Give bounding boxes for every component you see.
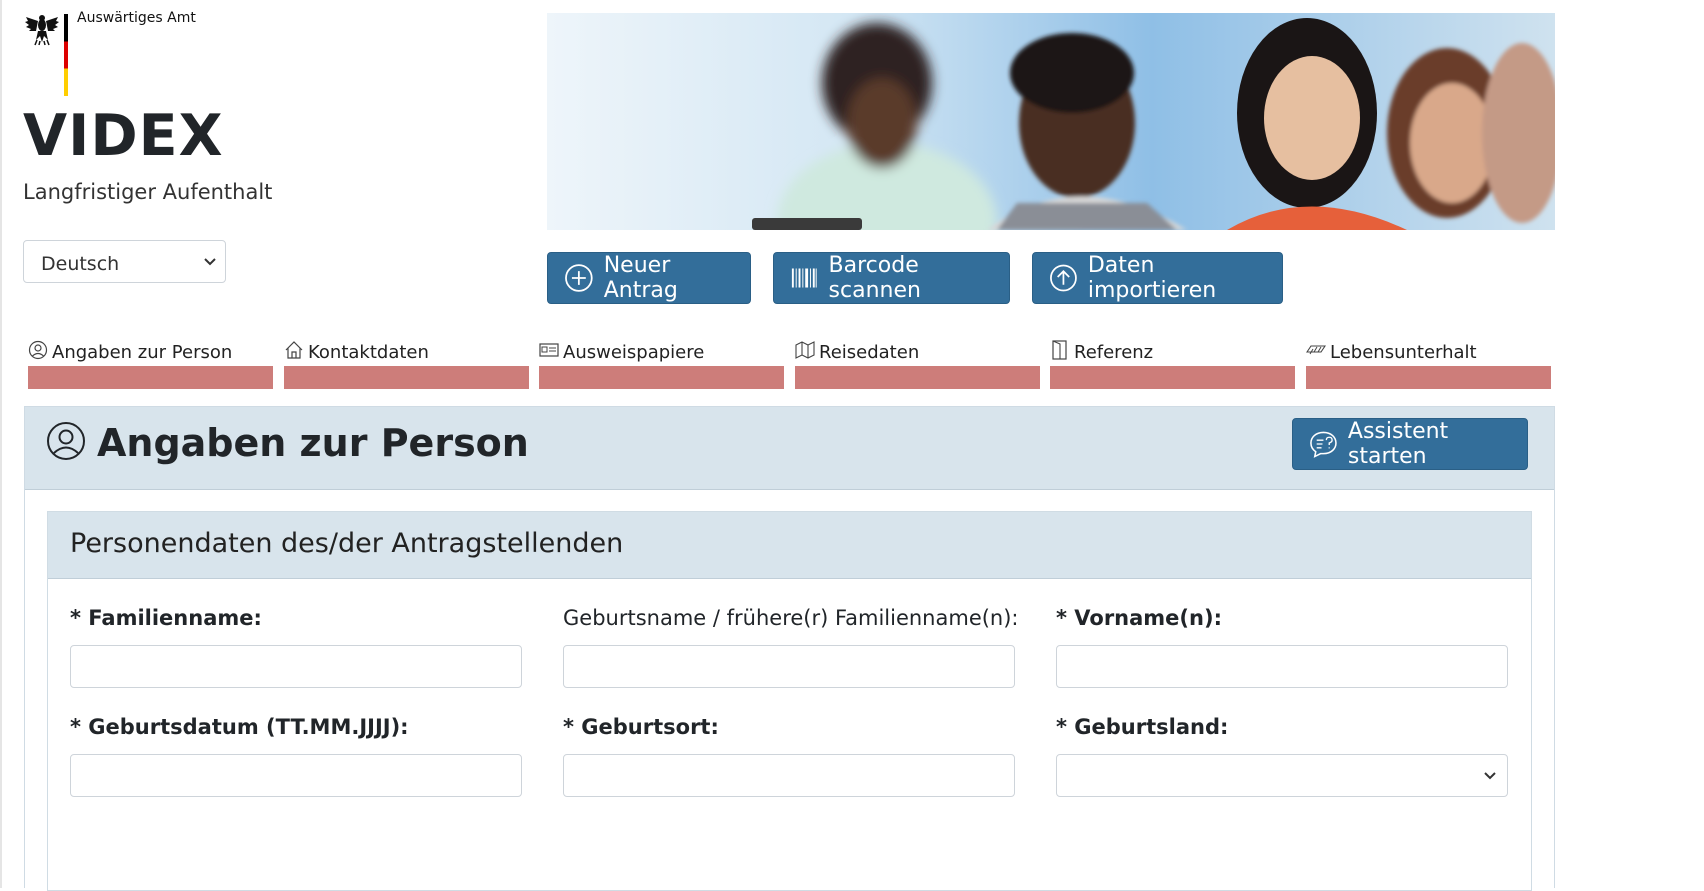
chevron-down-icon <box>204 258 216 266</box>
import-data-button[interactable]: Daten importieren <box>1032 252 1283 304</box>
ministry-name: Auswärtiges Amt <box>77 10 196 26</box>
tab-kontaktdaten[interactable]: Kontaktdaten <box>284 340 529 390</box>
page-edge <box>0 0 2 888</box>
applicant-data-section: Personendaten des/der Antragstellenden *… <box>47 511 1532 891</box>
start-assistant-button[interactable]: Assistent starten <box>1292 418 1528 470</box>
step-label: Referenz <box>1074 342 1154 363</box>
chevron-down-icon <box>1484 772 1496 780</box>
language-select-value: Deutsch <box>41 253 120 275</box>
tab-reisedaten[interactable]: Reisedaten <box>795 340 1040 390</box>
first-names-label: * Vorname(n): <box>1056 606 1222 630</box>
birth-country-select[interactable] <box>1056 754 1508 797</box>
family-name-label: * Familienname: <box>70 606 262 630</box>
app-subtitle: Langfristiger Aufenthalt <box>23 180 273 204</box>
language-select[interactable]: Deutsch <box>23 240 226 283</box>
app-title: VIDEX <box>23 103 224 169</box>
hero-image <box>547 13 1555 230</box>
step-label: Reisedaten <box>819 342 920 363</box>
federal-eagle-logo <box>25 15 59 46</box>
person-circle-icon <box>47 422 85 460</box>
plus-circle-icon <box>565 264 593 292</box>
money-icon <box>1306 345 1326 355</box>
house-icon <box>285 341 303 359</box>
step-label: Ausweispapiere <box>563 342 705 363</box>
new-application-label: Neuer Antrag <box>603 253 678 303</box>
birth-name-label: Geburtsname / frühere(r) Familienname(n)… <box>563 606 1019 630</box>
section-title: Personendaten des/der Antragstellenden <box>70 528 624 559</box>
map-icon <box>795 341 815 359</box>
birth-date-input[interactable] <box>70 754 522 797</box>
family-name-input[interactable] <box>70 645 522 688</box>
step-label: Angaben zur Person <box>52 342 233 363</box>
birth-date-label: * Geburtsdatum (TT.MM.JJJJ): <box>70 715 409 739</box>
door-icon <box>1052 340 1067 360</box>
step-progress-bar <box>539 366 784 389</box>
new-application-button[interactable]: Neuer Antrag <box>547 252 751 304</box>
tab-lebensunterhalt[interactable]: Lebensunterhalt <box>1306 340 1551 390</box>
birth-place-label: * Geburtsort: <box>563 715 719 739</box>
step-progress-bar <box>284 366 529 389</box>
step-progress-bar <box>28 366 273 389</box>
chat-question-icon <box>1310 431 1337 458</box>
scan-barcode-label: Barcode scannen <box>828 253 921 303</box>
tab-referenz[interactable]: Referenz <box>1050 340 1295 390</box>
barcode-icon <box>791 268 817 288</box>
start-assistant-label: Assistent starten <box>1347 419 1449 469</box>
german-flag-bar <box>64 14 68 96</box>
birth-place-input[interactable] <box>563 754 1015 797</box>
birth-name-input[interactable] <box>563 645 1015 688</box>
step-label: Kontaktdaten <box>308 342 429 363</box>
step-progress-bar <box>1050 366 1295 389</box>
step-progress-bar <box>795 366 1040 389</box>
import-data-label: Daten importieren <box>1087 253 1217 303</box>
page-title: Angaben zur Person <box>97 421 529 465</box>
birth-country-label: * Geburtsland: <box>1056 715 1229 739</box>
person-card: Angaben zur Person Assistent starten Per… <box>24 406 1555 891</box>
tab-angaben-zur-person[interactable]: Angaben zur Person <box>28 340 273 390</box>
section-header: Personendaten des/der Antragstellenden <box>48 512 1531 579</box>
person-circle-icon <box>28 340 48 360</box>
step-progress-bar <box>1306 366 1551 389</box>
tab-ausweispapiere[interactable]: Ausweispapiere <box>539 340 784 390</box>
step-label: Lebensunterhalt <box>1330 342 1477 363</box>
upload-circle-icon <box>1050 264 1077 292</box>
card-header: Angaben zur Person Assistent starten <box>25 407 1554 490</box>
first-names-input[interactable] <box>1056 645 1508 688</box>
id-card-icon <box>539 343 559 357</box>
scan-barcode-button[interactable]: Barcode scannen <box>773 252 1010 304</box>
